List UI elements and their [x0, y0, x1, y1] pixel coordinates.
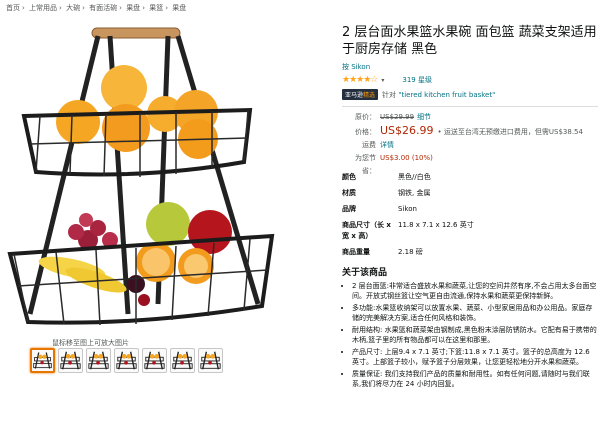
- thumbnail-strip: [30, 348, 223, 376]
- breadcrumb: 首页 › 上常用品 › 大碗 › 有面活碗 › 果盘 › 果篮 › 果盘: [6, 4, 187, 12]
- about-bullet: 质量保证: 我们支持我们产品的质量和耐用性。如有任何问题,请随时与我们联系,我们…: [352, 369, 598, 389]
- breadcrumb-item[interactable]: 有面活碗: [89, 4, 117, 12]
- choice-row: 亚马逊精选 针对 "tiered kitchen fruit basket": [342, 89, 598, 100]
- price-table: 原价： US$29.99 细节 价格： US$26.99 • 运送至台湾无预缴进…: [342, 111, 598, 178]
- green-apple-fruit: [146, 202, 190, 246]
- breadcrumb-item[interactable]: 果盘: [172, 4, 186, 12]
- spec-key: 品牌: [342, 205, 356, 213]
- spec-value: 黑色//白色: [398, 173, 431, 181]
- spec-value: 11.8 x 7.1 x 12.6 英寸: [398, 221, 474, 229]
- star-rating-icon[interactable]: ★★★★☆: [342, 75, 378, 85]
- spec-value: 钢铁, 金属: [398, 189, 431, 197]
- spec-key: 材质: [342, 189, 356, 197]
- orange-fruit: [56, 100, 100, 144]
- thumbnail-image[interactable]: [198, 348, 223, 373]
- about-section: 关于该商品 2 层台面篮:非常适合盛放水果和蔬菜,让您的空间井然有序,不会占用太…: [342, 268, 598, 391]
- breadcrumb-item[interactable]: 果篮: [149, 4, 163, 12]
- spec-row: 商品重量 2.18 磅: [342, 247, 582, 258]
- price-row: 价格： US$26.99 • 运送至台湾无预缴进口费用，但需US$38.54: [355, 124, 583, 137]
- divider: [342, 106, 598, 107]
- choice-keyword-link[interactable]: "tiered kitchen fruit basket": [398, 91, 495, 99]
- spec-row: 商品尺寸（长 x 宽 x 高） 11.8 x 7.1 x 12.6 英寸: [342, 220, 582, 242]
- list-price: US$29.99: [380, 113, 415, 121]
- spec-key: 颜色: [342, 173, 356, 181]
- about-list: 2 层台面篮:非常适合盛放水果和蔬菜,让您的空间井然有序,不会占用太多台面空间。…: [342, 281, 598, 389]
- thumbnail-image[interactable]: [170, 348, 195, 373]
- product-title: 2 层台面水果篮水果碗 面包篮 蔬菜支架适用于厨房存储 黑色: [342, 25, 597, 57]
- spec-row: 颜色 黑色//白色: [342, 172, 582, 183]
- spec-key: 商品尺寸（长 x 宽 x 高）: [342, 221, 391, 240]
- shipping-row: 运费 详情: [342, 139, 598, 152]
- thumbnail-image[interactable]: [30, 348, 55, 373]
- product-details: 2 层台面水果篮水果碗 面包篮 蔬菜支架适用于厨房存储 黑色 按 Sikon ★…: [342, 24, 598, 178]
- chevron-down-icon[interactable]: ▾: [381, 77, 384, 84]
- about-bullet: 耐用结构: 水果篮和蔬菜架由钢制成,黑色粉末涂层防锈防水。它配有易于携带的木柄,…: [352, 325, 598, 345]
- list-price-row: 原价： US$29.99 细节: [342, 111, 598, 124]
- brand-link[interactable]: 按 Sikon: [342, 62, 598, 72]
- rating-row: ★★★★☆ ▾ 319 星级: [342, 75, 598, 85]
- rating-count-link[interactable]: 319 星级: [402, 75, 432, 85]
- cherry-fruit: [138, 294, 150, 306]
- thumbnail-image[interactable]: [86, 348, 111, 373]
- breadcrumb-item[interactable]: 果盘: [126, 4, 140, 12]
- image-gallery: [0, 14, 300, 344]
- spec-row: 材质 钢铁, 金属: [342, 188, 582, 199]
- about-bullet: 产品尺寸: 上层9.4 x 7.1 英寸;下篮:11.8 x 7.1 英寸。篮子…: [352, 347, 598, 367]
- about-bullet: 2 层台面篮:非常适合盛放水果和蔬菜,让您的空间井然有序,不会占用太多台面空间。…: [352, 281, 598, 301]
- thumbnail-image[interactable]: [58, 348, 83, 373]
- spec-value: 2.18 磅: [398, 248, 423, 256]
- spec-row: 品牌 Sikon: [342, 204, 582, 215]
- list-price-detail-link[interactable]: 细节: [417, 111, 431, 124]
- thumbnail-image[interactable]: [114, 348, 139, 373]
- choice-keyword: 针对 "tiered kitchen fruit basket": [382, 90, 496, 99]
- breadcrumb-item[interactable]: 首页: [6, 4, 20, 12]
- spec-key: 商品重量: [342, 248, 370, 256]
- amazon-choice-badge: 亚马逊精选: [342, 89, 379, 100]
- spec-table: 颜色 黑色//白色材质 钢铁, 金属品牌 Sikon 商品尺寸（长 x 宽 x 高） 11…: [342, 172, 582, 263]
- savings-amount: US$3.00 (10%): [380, 154, 433, 162]
- thumbnail-image[interactable]: [142, 348, 167, 373]
- breadcrumb-item[interactable]: 大碗: [66, 4, 80, 12]
- zoom-hint: 鼠标移至图上可放大图片: [52, 339, 129, 347]
- current-price: US$26.99: [380, 124, 434, 137]
- red-apple-fruit: [188, 210, 232, 254]
- shipping-detail-link[interactable]: 详情: [380, 139, 394, 152]
- about-title: 关于该商品: [342, 268, 388, 278]
- shipping-note: • 运送至台湾无预缴进口费用，但需US$38.54: [437, 128, 583, 136]
- breadcrumb-item[interactable]: 上常用品: [29, 4, 57, 12]
- about-bullet: 多功能:水果篮收纳架可以放置水果、蔬菜、小型家居用品和办公用品。家庭存储的完美解…: [352, 303, 598, 323]
- product-main-image[interactable]: [0, 14, 300, 344]
- spec-value: Sikon: [398, 205, 417, 213]
